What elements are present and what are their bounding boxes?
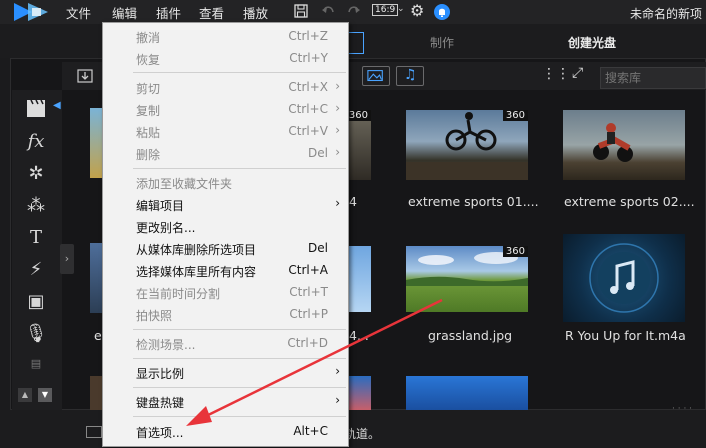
menu-item-select-all[interactable]: 选择媒体库里所有内容 Ctrl+A	[103, 259, 348, 281]
menu-separator	[133, 329, 346, 330]
drag-handle-icon[interactable]: · · · ·	[672, 404, 692, 414]
submenu-arrow-icon: ›	[335, 123, 340, 137]
app-logo-icon	[14, 3, 48, 21]
music-note-icon	[589, 243, 659, 313]
edit-context-menu: 撤消 Ctrl+Z 恢复 Ctrl+Y 剪切 Ctrl+X › 复制 Ctrl+C › 粘贴…	[102, 22, 349, 447]
project-title: 未命名的新项	[629, 7, 702, 21]
status-text: 轨道。	[344, 427, 381, 441]
menu-item-undo[interactable]: 撤消 Ctrl+Z	[103, 25, 348, 47]
menu-playback[interactable]: 播放	[243, 3, 268, 22]
media-thumbnail-partial[interactable]	[349, 246, 371, 312]
selected-indicator-icon: ◀	[53, 100, 61, 111]
menu-item-edit-project[interactable]: 编辑项目 ›	[103, 193, 348, 215]
menu-item-split-at-time[interactable]: 在当前时间分割 Ctrl+T	[103, 281, 348, 303]
media-thumbnail[interactable]	[563, 110, 685, 180]
transition-room-icon[interactable]: ⚡	[24, 258, 48, 282]
motocross-rider-image	[593, 123, 633, 162]
expand-icon[interactable]: ⤢	[572, 65, 583, 81]
tab-create-disc[interactable]: 创建光盘	[568, 34, 616, 51]
import-media-icon[interactable]	[76, 67, 94, 85]
menu-item-delete[interactable]: 删除 Del ›	[103, 142, 348, 164]
media-thumbnail[interactable]: 360	[406, 110, 528, 180]
menu-item-preferences[interactable]: 首选项... Alt+C	[103, 420, 348, 442]
menu-item-display-ratio[interactable]: 显示比例 ›	[103, 361, 348, 383]
submenu-arrow-icon: ›	[335, 145, 340, 159]
filter-audio-button[interactable]: ♫	[396, 66, 424, 86]
submenu-arrow-icon: ›	[335, 364, 340, 378]
menu-item-snapshot[interactable]: 拍快照 Ctrl+P	[103, 303, 348, 325]
menu-view[interactable]: 查看	[199, 3, 224, 22]
media-thumbnail[interactable]: 360	[406, 246, 528, 312]
360-badge: 360	[502, 110, 528, 121]
image-icon	[367, 70, 383, 82]
menu-separator	[133, 72, 346, 73]
notification-bell-icon[interactable]	[434, 4, 450, 20]
settings-gear-icon[interactable]: ⚙	[410, 1, 424, 20]
360-badge: 360	[502, 246, 528, 257]
media-caption: extreme sports 01....	[408, 194, 539, 209]
media-caption-partial: e	[94, 328, 102, 343]
library-search-input[interactable]	[600, 67, 706, 89]
chevron-down-icon[interactable]: ⌄	[397, 4, 405, 14]
pip-room-icon[interactable]: ✲	[24, 162, 48, 186]
media-caption: extreme sports 02....	[564, 194, 695, 209]
media-caption: grassland.jpg	[428, 328, 513, 343]
undo-icon[interactable]	[320, 3, 336, 19]
360-badge: 360	[349, 110, 371, 121]
subtitle-room-icon[interactable]: ▣	[24, 290, 48, 314]
redo-icon[interactable]	[346, 3, 362, 19]
menu-item-redo[interactable]: 恢复 Ctrl+Y	[103, 47, 348, 69]
menu-separator	[133, 168, 346, 169]
media-caption: R You Up for It.m4a	[565, 328, 686, 343]
particle-room-icon[interactable]: ⁂	[24, 194, 48, 218]
menu-item-keyboard-hotkeys[interactable]: 键盘热键 ›	[103, 390, 348, 412]
media-caption-partial: 4...	[349, 328, 369, 343]
menu-separator	[133, 416, 346, 417]
media-caption-partial: 4	[349, 194, 357, 209]
menu-item-paste[interactable]: 粘贴 Ctrl+V ›	[103, 120, 348, 142]
media-thumbnail[interactable]	[406, 376, 528, 410]
music-note-icon: ♫	[404, 67, 417, 83]
audio-thumbnail[interactable]	[563, 234, 685, 322]
menu-item-rename-alias[interactable]: 更改别名...	[103, 215, 348, 237]
media-room-icon[interactable]	[24, 96, 48, 120]
clapperboard-icon	[27, 99, 45, 117]
menu-separator	[133, 358, 346, 359]
menu-item-detect-scenes[interactable]: 检测场景... Ctrl+D	[103, 332, 348, 354]
submenu-arrow-icon: ›	[335, 101, 340, 115]
menu-plugins[interactable]: 插件	[156, 3, 181, 22]
expand-panel-button[interactable]: ›	[60, 244, 74, 274]
menu-item-cut[interactable]: 剪切 Ctrl+X ›	[103, 76, 348, 98]
tab-produce[interactable]: 制作	[430, 34, 454, 51]
submenu-arrow-icon: ›	[335, 196, 340, 210]
grid-view-icon[interactable]: ⋮⋮	[542, 66, 570, 82]
chapter-room-icon[interactable]: ▤	[24, 352, 48, 376]
save-icon[interactable]	[293, 3, 309, 19]
title-room-icon[interactable]: T	[24, 226, 48, 250]
menu-item-copy[interactable]: 复制 Ctrl+C ›	[103, 98, 348, 120]
filter-image-button[interactable]	[362, 66, 390, 86]
menu-item-add-to-favorites[interactable]: 添加至收藏文件夹	[103, 171, 348, 193]
room-toolbar: ◀ fx ✲ ⁂ T ⚡ ▣ 🎙 ▤ ▲ ▼	[12, 90, 62, 410]
menu-file[interactable]: 文件	[66, 3, 91, 22]
scroll-down-button[interactable]: ▼	[38, 388, 52, 402]
fx-room-icon[interactable]: fx	[24, 130, 48, 154]
voice-record-icon[interactable]: 🎙	[24, 322, 48, 346]
menu-edit[interactable]: 编辑	[112, 3, 137, 22]
menu-separator	[133, 387, 346, 388]
media-thumbnail-partial[interactable]: 360	[349, 110, 371, 180]
timeline-slider-handle[interactable]	[86, 426, 102, 438]
submenu-arrow-icon: ›	[335, 393, 340, 407]
menu-item-remove-from-library[interactable]: 从媒体库删除所选项目 Del	[103, 237, 348, 259]
scroll-up-button[interactable]: ▲	[18, 388, 32, 402]
menu-bar: 文件 编辑 插件 查看 播放 16:9 ⌄ ⚙ 未命名的新项	[0, 0, 706, 24]
submenu-arrow-icon: ›	[335, 79, 340, 93]
media-thumbnail-partial[interactable]	[349, 376, 371, 410]
aspect-ratio-selector[interactable]: 16:9	[372, 4, 399, 16]
